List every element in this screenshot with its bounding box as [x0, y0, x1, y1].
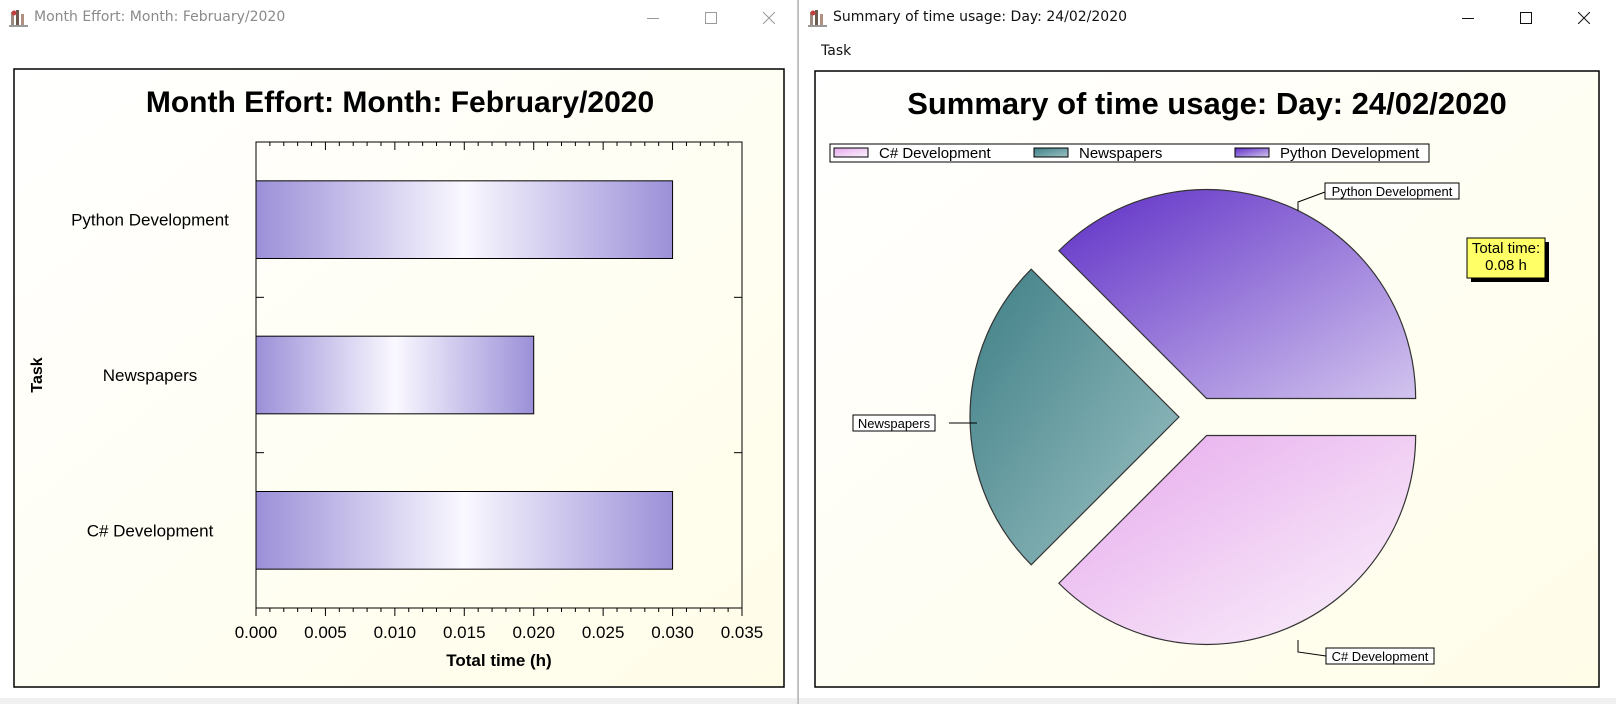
total-time-value: 0.08 h: [1485, 257, 1527, 274]
slice-label: Python Development: [1332, 184, 1453, 199]
x-tick-label: 0.015: [443, 623, 486, 642]
x-tick-label: 0.010: [374, 623, 417, 642]
chart-title: Month Effort: Month: February/2020: [146, 86, 654, 119]
legend-swatch: [833, 147, 869, 158]
slice-label: Newspapers: [858, 416, 931, 431]
bar: [255, 335, 535, 415]
window-bottom-edge: [0, 698, 797, 704]
legend-label: Python Development: [1280, 145, 1420, 162]
category-label: Newspapers: [103, 366, 198, 385]
month-effort-chart: Month Effort: Month: February/2020 Pytho…: [13, 68, 785, 688]
legend-label: Newspapers: [1079, 145, 1162, 162]
x-axis-label: Total time (h): [446, 651, 551, 670]
total-time-box: Total time: 0.08 h: [1466, 237, 1549, 282]
legend-swatch: [1234, 147, 1270, 158]
legend-label: C# Development: [879, 145, 992, 162]
slice-label: C# Development: [1332, 649, 1429, 664]
bar: [255, 180, 674, 259]
legend-swatch: [1033, 147, 1069, 158]
x-tick-label: 0.025: [582, 623, 625, 642]
y-axis-label: Task: [29, 357, 46, 392]
x-tick-label: 0.000: [235, 623, 278, 642]
category-label: C# Development: [87, 521, 214, 540]
total-time-label: Total time:: [1472, 240, 1540, 257]
time-usage-window: Summary of time usage: Day: 24/02/2020 T…: [799, 0, 1616, 704]
time-usage-chart: Summary of time usage: Day: 24/02/2020 C…: [814, 70, 1600, 688]
chart-title: Summary of time usage: Day: 24/02/2020: [907, 86, 1507, 121]
bar: [255, 491, 674, 570]
category-label: Python Development: [71, 211, 229, 230]
month-effort-window: Month Effort: Month: February/2020 Month…: [0, 0, 798, 704]
window-bottom-edge: [799, 698, 1616, 704]
x-tick-label: 0.035: [721, 623, 764, 642]
x-tick-label: 0.005: [304, 623, 347, 642]
x-tick-label: 0.030: [651, 623, 694, 642]
x-tick-label: 0.020: [512, 623, 555, 642]
